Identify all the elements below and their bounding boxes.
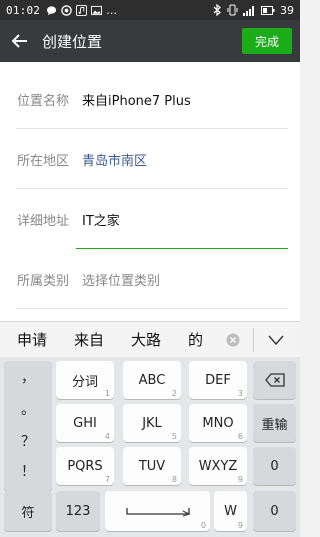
location-circle-icon [61, 4, 72, 16]
key-ghi[interactable]: GHI 4 [56, 404, 114, 442]
signal-icon [243, 5, 254, 16]
key-number: 3 [237, 389, 243, 398]
key-label: DEF [205, 372, 231, 388]
more-dots: … [106, 3, 118, 17]
candidate-word[interactable]: 申请 [17, 329, 47, 350]
key-label: GHI [73, 415, 97, 431]
chat-bubble-icon [47, 5, 57, 15]
key-label: MNO [202, 415, 234, 431]
punct-key[interactable]: ？ [4, 431, 52, 451]
nine-key-keyboard: ， 。 ？ ！ 分词 1 ABC 2 DEF 3 GHI 4 JKL 5 MNO 6 重输 … [0, 357, 300, 537]
clear-circle-icon[interactable] [226, 333, 240, 347]
num123-key[interactable]: 123 [56, 491, 100, 531]
punct-key[interactable]: 。 [4, 399, 52, 419]
collapse-keyboard-icon[interactable] [268, 335, 284, 345]
battery-icon [261, 5, 275, 15]
zero-key[interactable]: 0 [253, 447, 296, 485]
divider [16, 308, 288, 309]
row-region[interactable]: 所在地区 青岛市南区 [0, 129, 300, 189]
status-time: 01:02 [6, 3, 41, 17]
candidate-bar: 申请 来自 大路 的 [0, 321, 300, 357]
category-select[interactable]: 选择位置类别 [82, 270, 160, 289]
key-number: 4 [104, 432, 110, 441]
key-label: 分词 [71, 374, 98, 390]
key-label: PQRS [67, 458, 103, 474]
reinput-key[interactable]: 重输 [253, 404, 296, 442]
music-icon [76, 4, 88, 16]
punct-key[interactable]: ， [4, 367, 52, 387]
bluetooth-icon [213, 4, 221, 16]
location-name-field[interactable]: 来自iPhone7 Plus [82, 90, 191, 109]
key-fenci[interactable]: 分词 1 [56, 361, 114, 399]
nav-bar: 创建位置 完成 [0, 20, 300, 62]
back-button[interactable] [0, 20, 40, 62]
key-number: 9 [237, 475, 243, 484]
address-label: 详细地址 [17, 213, 70, 229]
backspace-key[interactable] [253, 361, 296, 399]
address-input[interactable]: IT之家 [82, 210, 120, 229]
key-number: 7 [104, 475, 110, 484]
key-mno[interactable]: MNO 6 [189, 404, 247, 442]
candidate-word[interactable]: 大路 [131, 329, 161, 350]
row-location-name[interactable]: 位置名称 来自iPhone7 Plus [0, 69, 300, 129]
key-abc[interactable]: ABC 2 [123, 361, 181, 399]
key-number: 0 [200, 521, 206, 530]
key-number: 2 [171, 389, 177, 398]
space-bar-icon [125, 508, 190, 517]
key-label: W [224, 503, 237, 519]
key-jkl[interactable]: JKL 5 [123, 404, 181, 442]
key-label: ABC [138, 372, 166, 388]
key-number: 9 [237, 521, 243, 530]
key-tuv[interactable]: TUV 8 [123, 447, 181, 485]
row-category[interactable]: 所属类别 选择位置类别 [0, 249, 300, 309]
key-def[interactable]: DEF 3 [189, 361, 247, 399]
page-title: 创建位置 [42, 32, 103, 51]
punct-key[interactable]: ！ [4, 461, 52, 481]
key-label: JKL [142, 415, 162, 431]
battery-level: 39 [280, 3, 294, 17]
location-name-label: 位置名称 [17, 93, 70, 109]
category-label: 所属类别 [17, 273, 70, 289]
key-number: 8 [171, 475, 177, 484]
space-key[interactable]: 0 [105, 491, 210, 531]
image-icon [91, 5, 103, 15]
row-address[interactable]: 详细地址 IT之家 [0, 189, 300, 249]
key-number: 6 [237, 432, 243, 441]
region-field[interactable]: 青岛市南区 [82, 150, 147, 169]
vibrate-icon [227, 4, 238, 16]
key-label: WXYZ [198, 458, 238, 474]
punctuation-column: ， 。 ？ ！ [4, 361, 52, 491]
backspace-icon [264, 373, 285, 387]
region-label: 所在地区 [17, 153, 70, 169]
done-button[interactable]: 完成 [242, 28, 292, 54]
w-key[interactable]: W9 [214, 491, 247, 531]
key-wxyz[interactable]: WXYZ 9 [189, 447, 247, 485]
divider [253, 328, 254, 352]
back-arrow-icon [12, 34, 27, 48]
symbol-key[interactable]: 符 [4, 491, 52, 531]
candidate-word[interactable]: 来自 [74, 329, 104, 350]
candidate-word[interactable]: 的 [188, 329, 203, 350]
key-number: 1 [104, 389, 110, 398]
key-number: 5 [171, 432, 177, 441]
key-label: TUV [138, 458, 166, 474]
zero-key[interactable]: 0 [253, 491, 296, 531]
status-bar: 01:02 … 39 [0, 0, 300, 20]
location-form: 位置名称 来自iPhone7 Plus 所在地区 青岛市南区 详细地址 IT之家… [0, 62, 300, 321]
key-pqrs[interactable]: PQRS 7 [56, 447, 114, 485]
